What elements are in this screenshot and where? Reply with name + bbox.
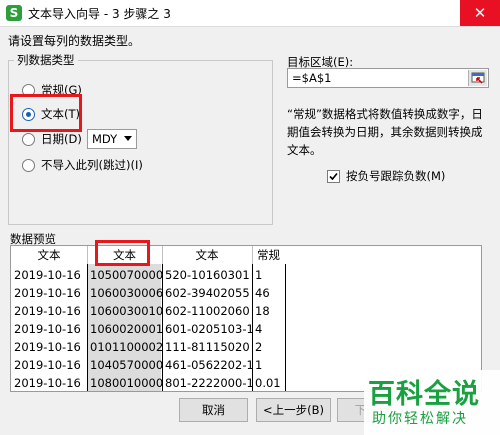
radio-date[interactable]: 日期(D)	[22, 130, 82, 148]
table-cell: 2019-10-16	[14, 376, 81, 390]
table-row: 2019-10-16 10500700002 520-10160301 1	[11, 266, 481, 284]
watermark: 百科全说 助你轻松解决	[364, 370, 500, 435]
chevron-down-icon	[124, 136, 132, 141]
table-cell: 602-11002060	[165, 304, 250, 318]
table-cell: 10405700001	[90, 358, 162, 372]
table-row: 2019-10-16 10600300061 602-39402055 46	[11, 284, 481, 302]
table-cell: 111-81115020	[165, 340, 250, 354]
destination-value: =$A$1	[292, 71, 332, 85]
negative-number-checkbox[interactable]	[327, 169, 340, 183]
table-cell: 2019-10-16	[14, 286, 81, 300]
table-cell: 2	[255, 340, 263, 354]
negative-number-label: 按负号跟踪负数(M)	[346, 169, 446, 183]
radio-date-label: 日期(D)	[41, 132, 82, 146]
table-cell: 10800100002	[90, 376, 162, 390]
instruction-text: 请设置每列的数据类型。	[8, 34, 141, 48]
negative-number-option[interactable]: 按负号跟踪负数(M)	[327, 168, 445, 184]
header-divider	[162, 246, 163, 264]
table-row: 2019-10-16 0101100002 111-81115020 2	[11, 338, 481, 356]
header-divider	[87, 246, 88, 264]
title-bar: S 文本导入向导 - 3 步骤之 3 ✕	[0, 0, 500, 27]
watermark-title: 百科全说	[368, 379, 480, 410]
table-cell: 1	[255, 268, 263, 282]
table-cell: 2019-10-16	[14, 322, 81, 336]
radio-date-circle[interactable]	[22, 132, 35, 146]
app-logo-icon: S	[6, 5, 22, 21]
format-description: “常规”数据格式将数值转换成数字，日期值会转换为日期，其余数据则转换成文本。	[287, 107, 483, 157]
watermark-subtitle: 助你轻松解决	[372, 411, 468, 427]
range-select-icon	[471, 72, 485, 84]
range-select-button[interactable]	[468, 70, 487, 86]
table-cell: 602-39402055	[165, 286, 250, 300]
destination-input[interactable]: =$A$1	[287, 68, 489, 88]
table-cell: 10600300105	[90, 304, 162, 318]
date-format-select[interactable]: MDY	[87, 129, 137, 149]
column-type-group-label: 列数据类型	[14, 52, 78, 68]
preview-header-row: 文本 文本 文本 常规	[11, 246, 481, 264]
table-cell: 520-10160301	[165, 268, 250, 282]
preview-header-cell[interactable]: 文本	[11, 246, 87, 264]
preview-header-cell[interactable]: 常规	[252, 246, 285, 264]
table-cell: 18	[255, 304, 270, 318]
radio-skip-label: 不导入此列(跳过)(I)	[41, 158, 143, 172]
table-cell: 1	[255, 358, 263, 372]
table-cell: 2019-10-16	[14, 340, 81, 354]
checkmark-icon	[329, 172, 338, 180]
radio-skip-circle[interactable]	[22, 158, 35, 172]
window-title: 文本导入向导 - 3 步骤之 3	[28, 7, 171, 21]
table-cell: 10600300061	[90, 286, 162, 300]
cancel-button[interactable]: 取消	[179, 398, 248, 422]
radio-skip[interactable]: 不导入此列(跳过)(I)	[22, 156, 143, 174]
table-cell: 2019-10-16	[14, 304, 81, 318]
highlight-box-text-option	[10, 94, 82, 132]
table-cell: 601-0205103-1	[165, 322, 252, 336]
date-format-value: MDY	[92, 132, 118, 146]
table-cell: 2019-10-16	[14, 358, 81, 372]
table-row: 2019-10-16 10600300105 602-11002060 18	[11, 302, 481, 320]
table-cell: 10500700002	[90, 268, 162, 282]
table-cell: 46	[255, 286, 270, 300]
table-cell: 2019-10-16	[14, 268, 81, 282]
table-cell: 0101100002	[90, 340, 162, 354]
table-row: 2019-10-16 10600200017 601-0205103-1 4	[11, 320, 481, 338]
highlight-box-column-header	[95, 240, 150, 266]
close-button[interactable]: ✕	[460, 0, 500, 26]
back-button[interactable]: <上一步(B)	[256, 398, 331, 422]
header-divider	[252, 246, 253, 264]
table-cell: 801-2222000-1	[165, 376, 252, 390]
preview-header-cell[interactable]: 文本	[162, 246, 252, 264]
table-cell: 461-0562202-1	[165, 358, 252, 372]
table-cell: 0.01	[255, 376, 281, 390]
table-cell: 4	[255, 322, 263, 336]
table-cell: 10600200017	[90, 322, 162, 336]
